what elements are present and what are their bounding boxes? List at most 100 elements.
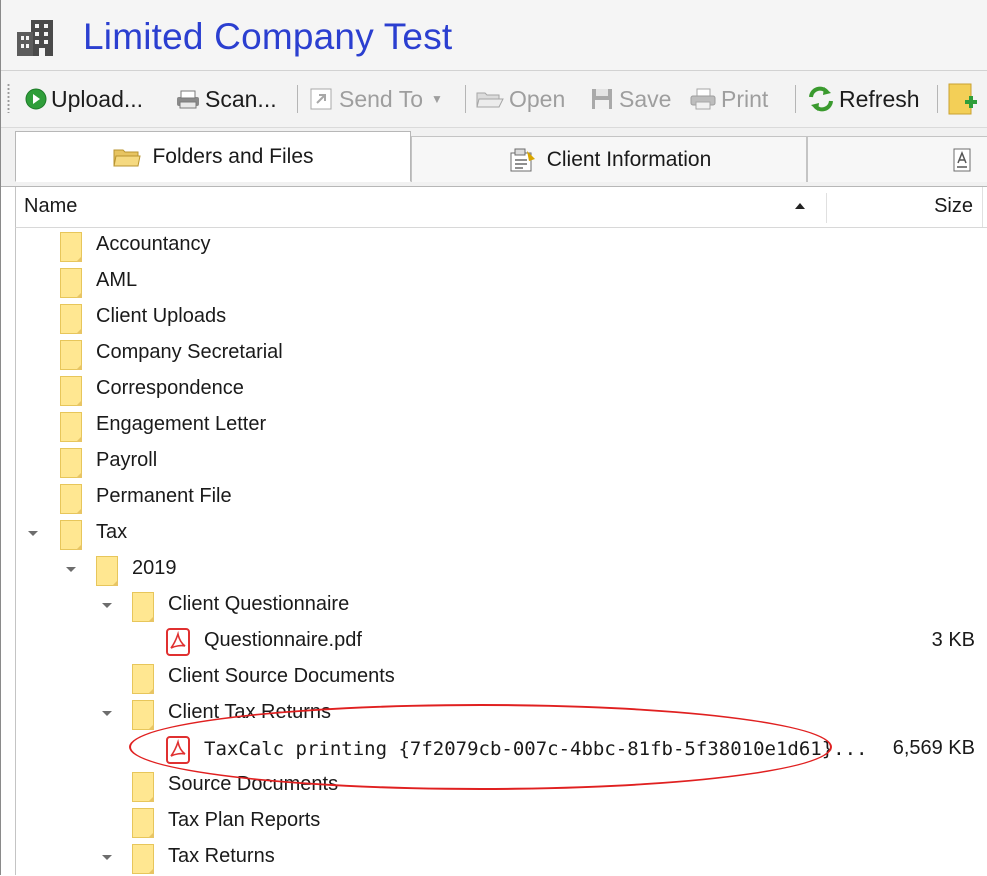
tree-label: Tax Returns [168, 845, 275, 867]
new-folder-icon [948, 83, 977, 115]
tree-file-questionnaire-pdf[interactable]: Questionnaire.pdf 3 KB [16, 624, 987, 660]
tree-label: Tax [96, 521, 128, 543]
tree-folder-source-documents[interactable]: Source Documents [16, 768, 987, 804]
tree-label: 2019 [132, 557, 177, 579]
refresh-button[interactable]: Refresh [807, 81, 920, 117]
tree-label: Company Secretarial [96, 341, 283, 363]
tree-folder-permanent-file[interactable]: Permanent File [16, 480, 987, 516]
folder-icon [132, 592, 154, 622]
folder-icon [60, 412, 82, 442]
tree-folder-aml[interactable]: AML [16, 264, 987, 300]
tree-label: Source Documents [168, 773, 339, 795]
scan-label: Scan... [205, 85, 277, 112]
document-manager-window: Limited Company Test Upload... Scan... S… [0, 0, 987, 875]
send-to-icon [310, 88, 332, 110]
tree-folder-payroll[interactable]: Payroll [16, 444, 987, 480]
collapse-chevron-icon[interactable] [28, 531, 38, 536]
tab-client-information[interactable]: Client Information [411, 136, 807, 182]
tree-file-taxcalc-printing[interactable]: TaxCalc printing {7f2079cb-007c-4bbc-81f… [16, 732, 987, 768]
printer-icon [690, 88, 716, 110]
folder-icon [60, 304, 82, 334]
company-building-icon [17, 20, 53, 56]
tree-label: TaxCalc printing {7f2079cb-007c-4bbc-81f… [204, 738, 868, 760]
tree-label: Client Source Documents [168, 665, 395, 687]
collapse-chevron-icon[interactable] [102, 855, 112, 860]
send-to-button[interactable]: Send To ▼ [309, 81, 443, 117]
tab-strip: Folders and Files Client Information [1, 128, 987, 187]
refresh-label: Refresh [839, 85, 920, 112]
folder-icon [60, 340, 82, 370]
toolbar-grip[interactable] [7, 83, 10, 113]
print-label: Print [721, 85, 769, 112]
tree-folder-client-tax-returns[interactable]: Client Tax Returns [16, 696, 987, 732]
column-divider[interactable] [826, 193, 827, 223]
tree-label: Tax Plan Reports [168, 809, 321, 831]
tree-label: Permanent File [96, 485, 232, 507]
tree-folder-accountancy[interactable]: Accountancy [16, 228, 987, 264]
folders-icon [113, 149, 142, 166]
open-label: Open [509, 85, 566, 112]
tab-label: Client Information [546, 147, 712, 171]
tree-folder-2019[interactable]: 2019 [16, 552, 987, 588]
scanner-icon [177, 90, 199, 109]
tree-folder-tax-plan-reports[interactable]: Tax Plan Reports [16, 804, 987, 840]
tree-label: AML [96, 269, 138, 291]
client-info-icon [510, 148, 535, 171]
folder-icon [60, 520, 82, 550]
folder-icon [132, 808, 154, 838]
column-header-name[interactable]: Name [24, 195, 77, 218]
toolbar-separator [465, 85, 466, 113]
tab-label: Folders and Files [152, 144, 314, 168]
tree-folder-client-questionnaire[interactable]: Client Questionnaire [16, 588, 987, 624]
pdf-icon [166, 628, 190, 656]
collapse-chevron-icon[interactable] [66, 567, 76, 572]
tab-folders-and-files[interactable]: Folders and Files [15, 131, 411, 182]
sort-ascending-icon [795, 203, 805, 209]
print-button[interactable]: Print [689, 81, 768, 117]
folder-icon [132, 700, 154, 730]
toolbar-separator [795, 85, 796, 113]
folder-icon [60, 484, 82, 514]
tree-folder-correspondence[interactable]: Correspondence [16, 372, 987, 408]
tree-folder-client-uploads[interactable]: Client Uploads [16, 300, 987, 336]
tree-label: Correspondence [96, 377, 244, 399]
folder-icon [60, 268, 82, 298]
new-folder-button[interactable] [947, 81, 983, 117]
tree-folder-tax-returns[interactable]: Tax Returns [16, 840, 987, 876]
collapse-chevron-icon[interactable] [102, 603, 112, 608]
send-to-label: Send To [339, 85, 423, 112]
folder-icon [132, 772, 154, 802]
tree-folder-engagement-letter[interactable]: Engagement Letter [16, 408, 987, 444]
tree-label: Questionnaire.pdf [204, 629, 362, 651]
save-button[interactable]: Save [589, 81, 671, 117]
tree-label: Accountancy [96, 233, 211, 255]
refresh-icon [809, 86, 833, 112]
upload-label: Upload... [51, 85, 144, 112]
folder-tree: Accountancy AML Client Uploads Company S… [15, 228, 987, 875]
save-label: Save [619, 85, 672, 112]
column-divider[interactable] [982, 187, 983, 227]
document-icon [953, 148, 971, 171]
collapse-chevron-icon[interactable] [102, 711, 112, 716]
toolbar: Upload... Scan... Send To ▼ Open Save Pr… [1, 71, 987, 128]
send-to-dropdown-icon: ▼ [430, 92, 443, 106]
tree-folder-company-secretarial[interactable]: Company Secretarial [16, 336, 987, 372]
tree-label: Client Uploads [96, 305, 227, 327]
scan-button[interactable]: Scan... [175, 81, 277, 117]
title-bar: Limited Company Test [1, 0, 987, 71]
file-size: 3 KB [931, 629, 975, 651]
upload-button[interactable]: Upload... [25, 81, 143, 117]
tree-folder-tax[interactable]: Tax [16, 516, 987, 552]
upload-icon [25, 88, 47, 110]
tree-label: Client Tax Returns [168, 701, 332, 723]
column-headers: Name Size [15, 187, 987, 228]
tree-folder-client-source-documents[interactable]: Client Source Documents [16, 660, 987, 696]
folder-icon [132, 664, 154, 694]
tree-label: Client Questionnaire [168, 593, 350, 615]
tab-more[interactable] [807, 136, 987, 182]
open-button[interactable]: Open [475, 81, 565, 117]
folder-icon [132, 844, 154, 874]
column-header-size[interactable]: Size [934, 195, 973, 218]
window-title: Limited Company Test [83, 16, 453, 57]
pdf-icon [166, 736, 190, 764]
